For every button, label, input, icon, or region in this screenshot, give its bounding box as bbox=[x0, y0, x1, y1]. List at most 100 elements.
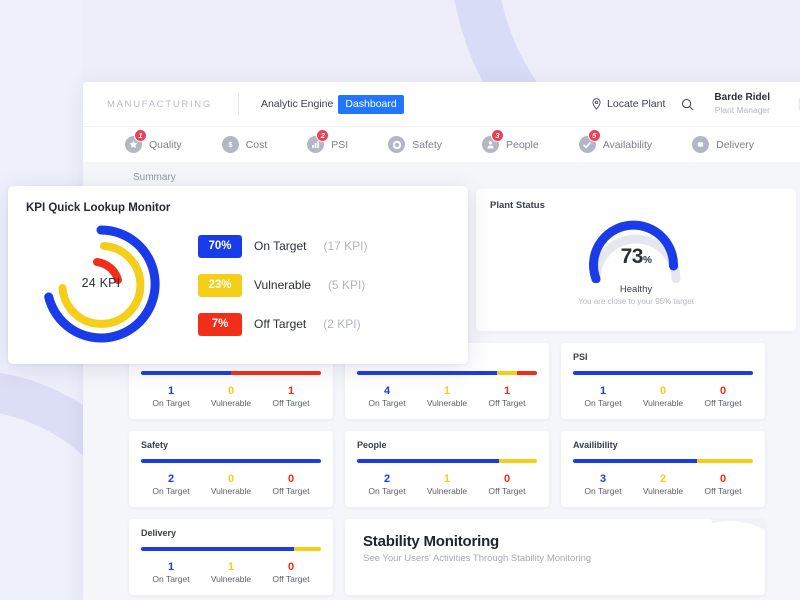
legend-label: On Target bbox=[254, 239, 307, 253]
nav-label: Cost bbox=[245, 138, 268, 151]
plant-status-card: Plant Status 73% Healthy You are close t… bbox=[476, 189, 796, 331]
nav-item-availability[interactable]: 5 Availability bbox=[578, 129, 652, 153]
legend-label: Vulnerable bbox=[254, 278, 311, 292]
kpi-stat-label: Off Target bbox=[704, 485, 742, 496]
legend-percent: 23% bbox=[198, 273, 242, 297]
section-title: Summary bbox=[133, 172, 176, 183]
nav-item-cost[interactable]: $ Cost bbox=[221, 136, 268, 153]
donut-center-label: 24 KPI bbox=[81, 276, 121, 290]
kpi-card-people[interactable]: People 2 On Target 1 Vulnerable 0 Off Ta… bbox=[345, 431, 549, 507]
kpi-card-delivery[interactable]: Delivery 1 On Target 1 Vulnerable 0 Off … bbox=[129, 519, 333, 595]
kpi-stat-off-target: 0 Off Target bbox=[477, 472, 537, 496]
kpi-stat-label: Off Target bbox=[488, 485, 526, 496]
nav-item-delivery[interactable]: Delivery bbox=[692, 136, 754, 153]
kpi-stat-vulnerable: 0 Vulnerable bbox=[201, 384, 261, 408]
user-info[interactable]: Barde Ridel Plant Manager bbox=[710, 92, 770, 115]
kpi-stat-off-target: 1 Off Target bbox=[477, 384, 537, 408]
kpi-card-psi[interactable]: PSI 1 On Target 0 Vulnerable 0 Off Targe… bbox=[561, 343, 765, 419]
kpi-value: 1 bbox=[443, 472, 451, 485]
kpi-value: 2 bbox=[167, 472, 175, 485]
nav-item-people[interactable]: 3 People bbox=[482, 129, 539, 153]
nav-label: Safety bbox=[412, 138, 442, 151]
kpi-stat-label: Vulnerable bbox=[210, 485, 252, 496]
kpi-value: 2 bbox=[383, 472, 391, 485]
kpi-card-title: People bbox=[357, 440, 387, 450]
map-pin-icon bbox=[592, 98, 601, 110]
nav-badge: 2 bbox=[316, 129, 330, 142]
nav-item-quality[interactable]: 1 Quality bbox=[125, 129, 182, 153]
kpi-donut-chart: 24 KPI bbox=[26, 218, 176, 352]
kpi-value: 0 bbox=[719, 472, 727, 485]
plant-status-sub: You are close to your 95% target bbox=[578, 297, 694, 306]
kpi-card-availibility[interactable]: Availibility 3 On Target 2 Vulnerable 0 … bbox=[561, 431, 765, 507]
kpi-value: 0 bbox=[659, 384, 667, 397]
ring-icon bbox=[388, 136, 406, 153]
kpi-value: 1 bbox=[287, 384, 295, 397]
kpi-stat-vulnerable: 0 Vulnerable bbox=[201, 472, 261, 496]
plant-status-value: 73% bbox=[620, 245, 652, 268]
nav-item-psi[interactable]: 2 PSI bbox=[307, 129, 348, 153]
analytic-engine-label[interactable]: Analytic Engine bbox=[261, 98, 333, 110]
kpi-stat-off-target: 1 Off Target bbox=[261, 384, 321, 408]
kpi-value: 1 bbox=[167, 384, 175, 397]
kpi-stat-on-target: 2 On Target bbox=[357, 472, 417, 496]
kpi-value: 1 bbox=[503, 384, 511, 397]
kpi-progress-bar bbox=[573, 459, 753, 463]
kpi-stat-label: Off Target bbox=[272, 573, 310, 584]
nav-badge: 3 bbox=[491, 129, 504, 142]
legend-count: (5 KPI) bbox=[327, 278, 366, 292]
kpi-stats: 1 On Target 1 Vulnerable 0 Off Target bbox=[141, 560, 321, 584]
search-icon[interactable] bbox=[681, 98, 694, 111]
legend-count: (2 KPI) bbox=[323, 317, 361, 331]
kpi-value: 0 bbox=[287, 560, 295, 573]
kpi-value: 1 bbox=[599, 384, 607, 397]
kpi-card-title: Safety bbox=[141, 440, 169, 450]
kpi-value: 2 bbox=[659, 472, 667, 485]
user-role: Plant Manager bbox=[714, 104, 770, 115]
kpi-stat-label: Off Target bbox=[272, 397, 310, 408]
kpi-progress-bar bbox=[141, 547, 321, 551]
svg-text:$: $ bbox=[228, 140, 232, 149]
kpi-stat-label: Vulnerable bbox=[642, 485, 684, 496]
kpi-stat-label: On Target bbox=[368, 397, 406, 408]
kpi-stat-on-target: 1 On Target bbox=[141, 560, 201, 584]
kpi-stat-label: Vulnerable bbox=[210, 397, 252, 408]
legend-row-vulnerable: 23% Vulnerable (5 KPI) bbox=[198, 273, 368, 297]
stability-monitoring-card: Stability Monitoring See Your Users' Act… bbox=[345, 519, 765, 595]
popup-title: KPI Quick Lookup Monitor bbox=[26, 202, 171, 214]
kpi-card-title: PSI bbox=[573, 352, 588, 362]
screen-root: MANUFACTURING Analytic Engine Dashboard … bbox=[0, 0, 800, 600]
popup-body: 24 KPI 70% On Target (17 KPI) 23% Vulner… bbox=[26, 218, 450, 352]
legend-percent: 7% bbox=[198, 312, 242, 336]
kpi-value: 0 bbox=[719, 384, 727, 397]
legend-row-off-target: 7% Off Target (2 KPI) bbox=[198, 312, 368, 336]
tab-dashboard[interactable]: Dashboard bbox=[338, 94, 404, 114]
nav-label: People bbox=[506, 138, 539, 151]
kpi-stat-off-target: 0 Off Target bbox=[261, 472, 321, 496]
locate-plant-label: Locate Plant bbox=[607, 98, 666, 110]
bottom-row: Delivery 1 On Target 1 Vulnerable 0 Off … bbox=[97, 519, 799, 595]
kpi-stat-label: Vulnerable bbox=[426, 485, 468, 496]
kpi-quick-lookup-popup: KPI Quick Lookup Monitor 24 KPI 70% On T… bbox=[8, 186, 468, 364]
kpi-stat-vulnerable: 1 Vulnerable bbox=[417, 384, 477, 408]
kpi-stat-off-target: 0 Off Target bbox=[693, 472, 753, 496]
kpi-stat-on-target: 1 On Target bbox=[573, 384, 633, 408]
kpi-stat-off-target: 0 Off Target bbox=[261, 560, 321, 584]
avatar[interactable] bbox=[796, 87, 800, 121]
kpi-value: 0 bbox=[287, 472, 295, 485]
nav-label: Delivery bbox=[716, 138, 755, 151]
kpi-stat-label: Off Target bbox=[272, 485, 310, 496]
bar-chart-icon: 2 bbox=[307, 129, 330, 153]
kpi-stats: 2 On Target 1 Vulnerable 0 Off Target bbox=[357, 472, 537, 496]
nav-item-safety[interactable]: Safety bbox=[388, 136, 442, 153]
kpi-stat-label: Vulnerable bbox=[426, 397, 468, 408]
kpi-stat-label: On Target bbox=[152, 397, 190, 408]
kpi-stats: 3 On Target 2 Vulnerable 0 Off Target bbox=[573, 472, 753, 496]
nav-badge: 1 bbox=[134, 129, 147, 142]
kpi-value: 1 bbox=[167, 560, 175, 573]
kpi-card-safety[interactable]: Safety 2 On Target 0 Vulnerable 0 Off Ta… bbox=[129, 431, 333, 507]
locate-plant-button[interactable]: Locate Plant bbox=[591, 98, 665, 110]
brand-label: MANUFACTURING bbox=[107, 98, 212, 110]
nav-badge: 5 bbox=[587, 129, 601, 142]
category-nav: 1 Quality $ Cost 2 PSI Safety 3 People 5… bbox=[83, 126, 800, 162]
